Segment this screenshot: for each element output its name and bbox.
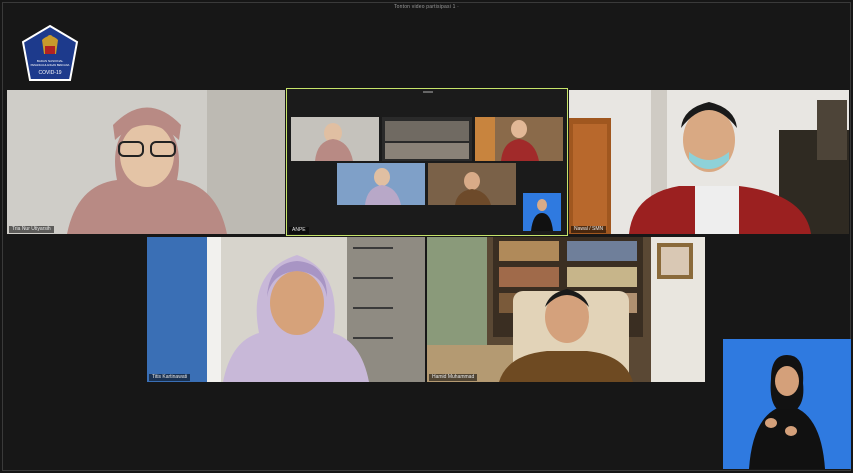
shared-gallery-view: [287, 89, 567, 235]
participant-video-tile-4[interactable]: Titis Kartinawati: [147, 237, 425, 382]
participant-name-1: Tria Nur Utiyarsih: [9, 226, 54, 233]
view-options-label[interactable]: Tonton video partisipasi 1 ·: [0, 4, 853, 10]
logo-line-1: BADAN NASIONAL: [37, 59, 64, 63]
participant-name-4: Titis Kartinawati: [149, 374, 191, 381]
participant-1-video: [7, 90, 285, 234]
participant-name-2: ANPE: [289, 227, 309, 234]
participant-video-tile-3[interactable]: Nawal / SMN: [569, 90, 849, 234]
participant-name-3: Nawal / SMN: [571, 226, 607, 233]
participant-5-video: [427, 237, 705, 382]
participant-4-video: [147, 237, 425, 382]
participant-video-tile-2[interactable]: ANPE: [286, 88, 568, 236]
logo-line-2: PENANGGULANGAN BENCANA: [31, 63, 70, 67]
participant-3-video: [569, 90, 849, 234]
sign-language-interpreter-video: [723, 339, 851, 469]
participant-name-5: Hamid Muhammad: [429, 374, 478, 381]
sign-interpreter-figure: [723, 339, 851, 469]
participant-video-tile-5[interactable]: Hamid Muhammad: [427, 237, 705, 382]
covid19-task-force-logo: BADAN NASIONAL PENANGGULANGAN BENCANA CO…: [21, 24, 79, 81]
logo-line-3: COVID-19: [38, 70, 61, 76]
participant-video-tile-1[interactable]: Tria Nur Utiyarsih: [7, 90, 285, 234]
